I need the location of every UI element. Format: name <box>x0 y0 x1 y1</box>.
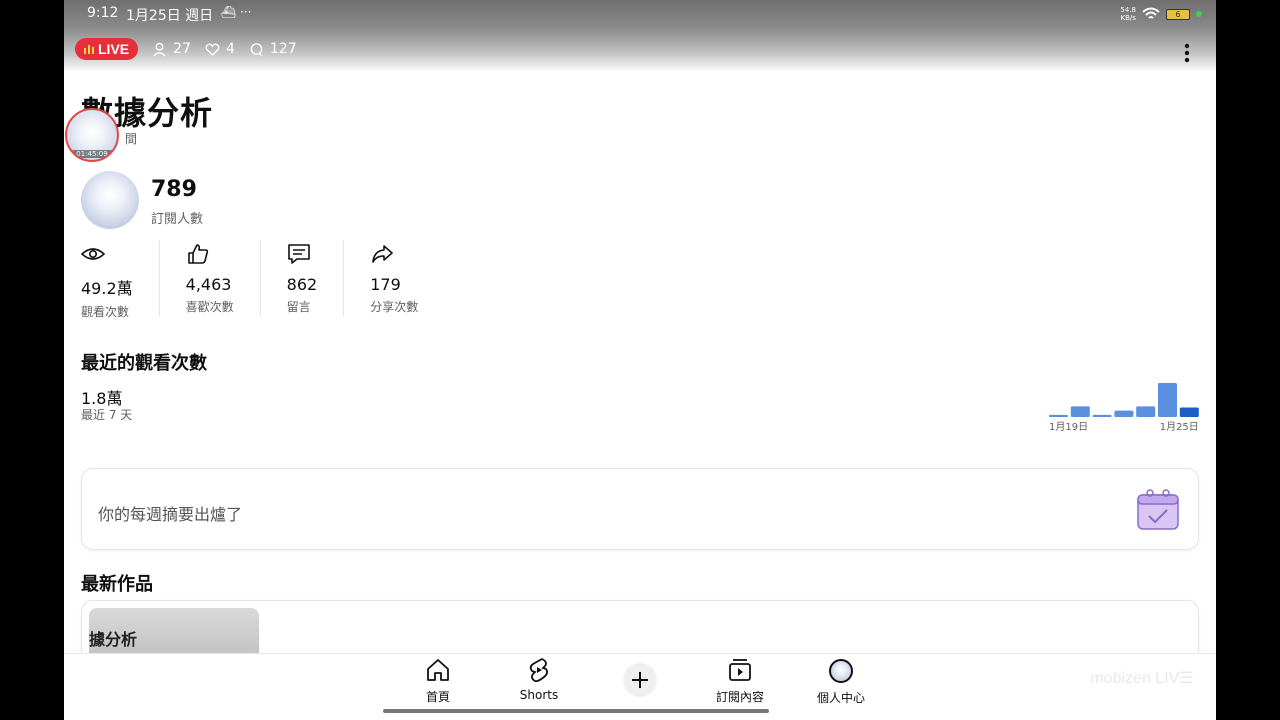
live-comments: 127 <box>249 41 297 57</box>
nav-subscriptions[interactable]: 訂閱內容 <box>700 657 780 705</box>
nav-home-label: 首頁 <box>425 690 450 704</box>
recent-views-title: 最近的觀看次數 <box>81 353 207 374</box>
live-badge-label: LIVE <box>98 41 130 57</box>
app-screen: 9:12 1月25日 週日 ⛴ ··· 54.8 KB/s 6 LIVE 27 … <box>64 0 1216 720</box>
thumbnail-text: 據分析 <box>89 630 138 649</box>
nav-profile[interactable]: 個人中心 <box>801 657 881 706</box>
share-icon <box>372 245 394 263</box>
home-indicator[interactable] <box>383 709 769 713</box>
recorder-timer: 01:45:09 <box>67 150 117 158</box>
home-icon <box>427 659 449 681</box>
live-likes: 4 <box>205 41 235 57</box>
stat-value: 49.2萬 <box>81 279 133 298</box>
network-speed: 54.8 KB/s <box>1120 6 1136 22</box>
floating-recorder-bubble[interactable]: 01:45:09 <box>65 108 119 162</box>
status-date: 1月25日 週日 <box>126 8 214 24</box>
status-notification-icons: ⛴ ··· <box>221 5 252 19</box>
stat-views[interactable]: 49.2萬 觀看次數 <box>81 240 160 319</box>
live-viewers-count: 27 <box>173 41 191 57</box>
recent-views-chart[interactable]: 1月19日 1月25日 <box>1044 378 1204 436</box>
person-icon <box>153 42 166 57</box>
green-dot <box>1196 11 1202 17</box>
stats-row: 49.2萬 觀看次數 4,463 喜歡次數 862 留言 179 分享次數 <box>81 240 470 319</box>
heart-icon <box>205 43 220 56</box>
comment-icon <box>287 244 310 264</box>
chart-bar <box>1049 414 1068 417</box>
stat-shares[interactable]: 179 分享次數 <box>370 240 444 316</box>
recent-views-period: 最近 7 天 <box>81 408 133 422</box>
weekly-summary-card[interactable]: 你的每週摘要出爐了 <box>81 468 1199 550</box>
nav-profile-label: 個人中心 <box>816 691 865 705</box>
nav-home[interactable]: 首頁 <box>398 657 478 705</box>
stat-label: 喜歡次數 <box>185 300 234 314</box>
stat-value: 4,463 <box>185 275 232 294</box>
nav-shorts[interactable]: Shorts <box>499 657 579 702</box>
plus-icon <box>632 672 648 688</box>
eye-icon <box>81 248 105 260</box>
stat-label: 觀看次數 <box>81 305 130 319</box>
nav-subscriptions-label: 訂閱內容 <box>715 690 764 704</box>
live-signal-icon <box>84 45 94 54</box>
stat-label: 分享次數 <box>370 300 419 314</box>
subscriber-label: 訂閱人數 <box>151 212 204 227</box>
thumbs-up-icon <box>187 244 208 264</box>
chart-bar <box>1114 410 1134 417</box>
chart-bar <box>1179 407 1199 417</box>
live-comments-count: 127 <box>269 41 297 57</box>
mobizen-watermark: mobizen LIV☰ <box>1079 663 1205 692</box>
chart-tick-label: 1月19日 <box>1049 421 1088 433</box>
wifi-icon <box>1142 7 1160 19</box>
chart-bar <box>1092 414 1112 417</box>
stat-value: 862 <box>286 275 318 294</box>
chart-bar <box>1158 383 1177 417</box>
stat-comments[interactable]: 862 留言 <box>287 240 345 316</box>
latest-content-title: 最新作品 <box>81 574 153 595</box>
nav-shorts-label: Shorts <box>519 688 559 702</box>
live-likes-count: 4 <box>225 41 235 57</box>
live-viewers: 27 <box>152 41 191 57</box>
chart-bar <box>1070 406 1090 417</box>
status-bar: 9:12 1月25日 週日 ⛴ ··· 54.8 KB/s 6 <box>64 0 1216 28</box>
live-badge[interactable]: LIVE <box>75 38 139 60</box>
live-stats-bar: LIVE 27 4 127 <box>75 38 297 60</box>
chat-icon <box>250 42 263 57</box>
shorts-icon <box>529 657 549 683</box>
chart-tick-label: 1月25日 <box>1160 421 1199 433</box>
summary-text: 你的每週摘要出爐了 <box>98 505 243 524</box>
stat-value: 179 <box>370 275 401 294</box>
subscriber-count: 789 <box>151 177 197 202</box>
stat-label: 留言 <box>286 300 311 314</box>
subscriptions-icon <box>729 659 751 681</box>
stat-likes[interactable]: 4,463 喜歡次數 <box>186 240 261 316</box>
battery-icon: 6 <box>1166 8 1190 20</box>
avatar-icon <box>829 659 853 683</box>
status-right-icons: 54.8 KB/s 6 <box>1120 6 1202 22</box>
nav-create-button[interactable] <box>623 663 657 697</box>
calendar-check-icon <box>1137 489 1179 530</box>
more-options-icon[interactable] <box>1184 43 1190 63</box>
status-time: 9:12 <box>87 5 119 21</box>
channel-avatar[interactable] <box>81 171 139 229</box>
chart-bar <box>1136 406 1156 417</box>
